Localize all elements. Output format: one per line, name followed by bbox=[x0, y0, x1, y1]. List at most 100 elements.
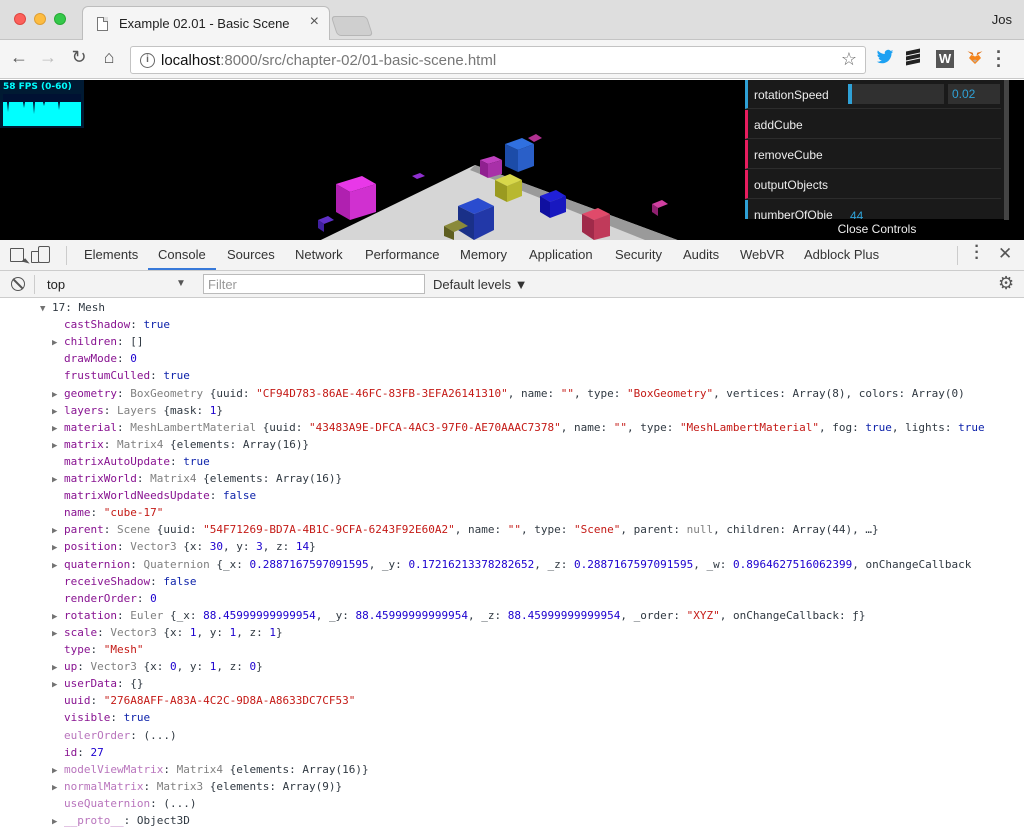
tab-audits[interactable]: Audits bbox=[683, 247, 719, 262]
console-line: type: "Mesh" bbox=[0, 641, 144, 658]
cube-shape bbox=[480, 156, 502, 178]
minimize-window-button[interactable] bbox=[34, 13, 46, 25]
console-token: , _y: bbox=[315, 608, 356, 622]
console-token: : bbox=[116, 386, 131, 400]
back-icon[interactable]: ← bbox=[8, 47, 30, 68]
console-token: : bbox=[103, 437, 117, 451]
info-icon[interactable]: i bbox=[140, 53, 155, 68]
buffer-extension-icon[interactable] bbox=[906, 48, 924, 68]
home-icon[interactable]: ⌂ bbox=[98, 47, 120, 68]
devtools-tab-bar: Elements Console Sources Network Perform… bbox=[0, 239, 1024, 271]
gui-row-addcube[interactable]: addCube bbox=[745, 110, 1001, 139]
tab-adblock-plus[interactable]: Adblock Plus bbox=[804, 247, 879, 262]
console-line[interactable]: ▼ 17: Mesh bbox=[0, 299, 105, 316]
console-line[interactable]: ▶ parent: Scene {uuid: "54F71269-BD7A-4B1… bbox=[0, 521, 879, 538]
fps-stats-panel[interactable]: 58 FPS (0-60) bbox=[0, 80, 84, 128]
console-line[interactable]: ▶ rotation: Euler {_x: 88.45999999999954,… bbox=[0, 607, 865, 624]
gui-row-removecube[interactable]: removeCube bbox=[745, 140, 1001, 169]
console-token: modelViewMatrix bbox=[64, 762, 164, 776]
console-line[interactable]: ▶ material: MeshLambertMaterial {uuid: "4… bbox=[0, 419, 985, 436]
console-line[interactable]: ▶ children: [] bbox=[0, 333, 143, 350]
w-extension-icon[interactable]: W bbox=[936, 50, 954, 68]
console-token: __proto__ bbox=[64, 814, 124, 827]
profile-name[interactable]: Jos bbox=[992, 12, 1012, 27]
console-token: : bbox=[103, 403, 117, 417]
console-token: castShadow bbox=[64, 318, 131, 332]
tab-network[interactable]: Network bbox=[295, 247, 343, 262]
twitter-extension-icon[interactable] bbox=[876, 48, 894, 66]
bookmark-star-icon[interactable]: ☆ bbox=[841, 49, 857, 70]
tab-security[interactable]: Security bbox=[615, 247, 662, 262]
console-token: 88.45999999999954 bbox=[507, 608, 621, 622]
console-line[interactable]: ▶ geometry: BoxGeometry {uuid: "CF94D783-… bbox=[0, 385, 965, 402]
zoom-window-button[interactable] bbox=[54, 13, 66, 25]
tab-application[interactable]: Application bbox=[529, 247, 593, 262]
console-token: useQuaternion bbox=[64, 796, 151, 810]
close-window-button[interactable] bbox=[14, 13, 26, 25]
console-line[interactable]: ▶ matrix: Matrix4 {elements: Array(16)} bbox=[0, 436, 309, 453]
tab-memory[interactable]: Memory bbox=[460, 247, 507, 262]
console-token: false bbox=[163, 574, 197, 588]
url-text[interactable]: localhost:8000/src/chapter-02/01-basic-s… bbox=[161, 52, 496, 69]
console-token: Matrix4 bbox=[150, 472, 204, 485]
tab-console[interactable]: Console bbox=[158, 247, 206, 262]
tab-close-icon[interactable]: × bbox=[310, 13, 319, 31]
console-line[interactable]: ▶ modelViewMatrix: Matrix4 {elements: Arr… bbox=[0, 761, 369, 778]
tab-sources[interactable]: Sources bbox=[227, 247, 275, 262]
console-line[interactable]: ▶ layers: Layers {mask: 1} bbox=[0, 402, 223, 419]
console-token: {x: bbox=[183, 540, 210, 554]
clear-console-icon[interactable] bbox=[11, 277, 25, 291]
browser-tab[interactable]: Example 02.01 - Basic Scene × bbox=[82, 6, 330, 41]
console-token: false bbox=[222, 489, 257, 503]
console-line[interactable]: ▶ position: Vector3 {x: 30, y: 3, z: 14} bbox=[0, 538, 316, 555]
devtools-more-icon[interactable]: · · · bbox=[972, 239, 982, 267]
console-token: : bbox=[77, 745, 91, 759]
reload-icon[interactable]: ↻ bbox=[68, 47, 90, 68]
tab-elements[interactable]: Elements bbox=[84, 247, 138, 262]
forward-icon[interactable]: → bbox=[37, 47, 59, 68]
console-line[interactable]: ▶ __proto__: Object3D bbox=[0, 812, 190, 829]
log-levels-select[interactable]: Default levels ▼ bbox=[433, 277, 528, 292]
device-toolbar-icon[interactable] bbox=[31, 246, 50, 263]
gui-row-outputobjects[interactable]: outputObjects bbox=[745, 170, 1001, 199]
inspect-element-icon[interactable] bbox=[10, 248, 24, 262]
gui-row-rotationspeed[interactable]: rotationSpeed 0.02 bbox=[745, 80, 1001, 109]
metamask-fox-icon[interactable] bbox=[966, 49, 984, 67]
new-tab-button[interactable] bbox=[330, 16, 374, 36]
close-controls-button[interactable]: Close Controls bbox=[745, 219, 1009, 240]
console-token: scale bbox=[64, 625, 98, 639]
devtools-close-icon[interactable]: ✕ bbox=[998, 244, 1012, 264]
console-line[interactable]: ▶ userData: {} bbox=[0, 675, 143, 692]
rotationspeed-value-input[interactable]: 0.02 bbox=[948, 84, 1000, 104]
console-token: , fog: bbox=[819, 420, 866, 434]
console-token: , name: bbox=[560, 420, 614, 434]
address-bar[interactable]: i localhost:8000/src/chapter-02/01-basic… bbox=[130, 46, 866, 74]
chevron-down-icon[interactable]: ▼ bbox=[176, 278, 186, 289]
console-line[interactable]: ▶ quaternion: Quaternion {_x: 0.288716759… bbox=[0, 556, 971, 573]
scene-render bbox=[318, 134, 678, 240]
console-token: } bbox=[216, 403, 223, 417]
filter-input[interactable] bbox=[203, 274, 425, 294]
console-line: renderOrder: 0 bbox=[0, 590, 157, 607]
rotationspeed-slider[interactable] bbox=[848, 84, 944, 104]
console-line[interactable]: ▶ scale: Vector3 {x: 1, y: 1, z: 1} bbox=[0, 624, 283, 641]
console-token: Vector3 bbox=[110, 625, 164, 639]
dat-gui-panel: rotationSpeed 0.02 addCube removeCube ou… bbox=[745, 80, 1009, 240]
gui-scrollbar[interactable] bbox=[1004, 80, 1009, 220]
console-line[interactable]: ▶ up: Vector3 {x: 0, y: 1, z: 0} bbox=[0, 658, 263, 675]
console-token: , y: bbox=[176, 660, 210, 674]
console-line[interactable]: ▶ matrixWorld: Matrix4 {elements: Array(1… bbox=[0, 470, 342, 487]
gear-icon[interactable]: ⚙ bbox=[998, 273, 1014, 294]
expand-triangle-icon[interactable]: ▶ bbox=[52, 814, 64, 831]
console-token: 0.17216213378282652 bbox=[408, 557, 535, 571]
browser-toolbar: ← → ↻ ⌂ i localhost:8000/src/chapter-02/… bbox=[0, 40, 1024, 79]
console-line[interactable]: ▶ normalMatrix: Matrix3 {elements: Array(… bbox=[0, 778, 342, 795]
context-select[interactable]: top bbox=[47, 277, 65, 292]
console-output[interactable]: ▼ 17: Mesh castShadow: true ▶ children: [] dr… bbox=[0, 298, 1024, 832]
console-token: "" bbox=[507, 523, 522, 537]
browser-menu-icon[interactable]: · · · bbox=[996, 43, 1002, 75]
console-token: : {} bbox=[116, 677, 144, 691]
tab-performance[interactable]: Performance bbox=[365, 247, 439, 262]
console-token: Vector3 bbox=[130, 540, 184, 554]
tab-webvr[interactable]: WebVR bbox=[740, 247, 785, 262]
